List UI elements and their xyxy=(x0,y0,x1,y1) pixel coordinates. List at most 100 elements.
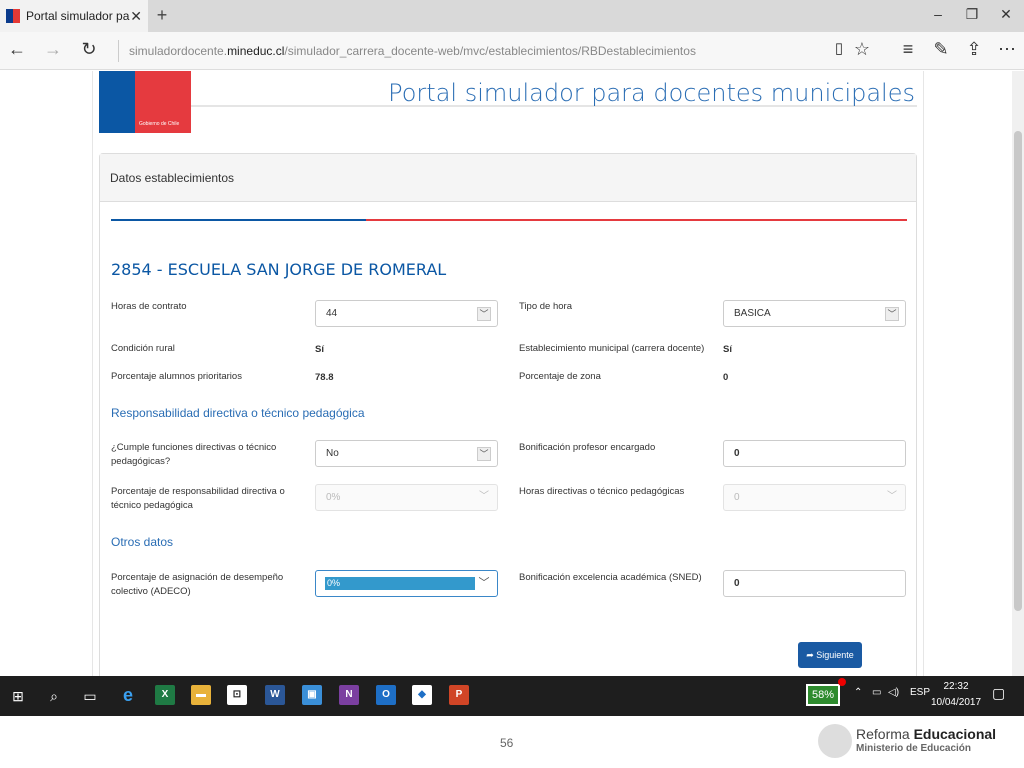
page-viewport: Gobierno de Chile Portal simulador para … xyxy=(0,71,1024,676)
restore-icon[interactable]: ❐ xyxy=(962,6,982,23)
portal-title: Portal simulador para docentes municipal… xyxy=(388,79,915,107)
taskbar: ⊞ ⌕ ▭ e X ▬ ⊡ W ▣ N O ◆ P 58% ⌃ ▭ ◁) ESP… xyxy=(0,676,1024,716)
hub-icon[interactable]: ≡ xyxy=(897,39,919,60)
volume-icon[interactable]: ◁) xyxy=(888,687,899,698)
close-tab-icon[interactable]: ✕ xyxy=(130,8,142,25)
dropbox-icon[interactable]: ◆ xyxy=(412,685,432,705)
chevron-down-icon: ﹀ xyxy=(477,447,491,461)
sned-input[interactable]: 0 xyxy=(723,570,906,597)
section-otros: Otros datos xyxy=(111,535,174,549)
browser-tab-bar: Portal simulador para d ✕ + – ❐ ✕ xyxy=(0,0,1024,32)
pct-resp-select[interactable]: 0% ﹀ xyxy=(315,484,498,511)
browser-tab[interactable]: Portal simulador para d ✕ xyxy=(0,0,148,32)
section-responsabilidad: Responsabilidad directiva o técnico peda… xyxy=(111,406,365,420)
pct-resp-label: Porcentaje de responsabilidad directiva … xyxy=(111,486,285,511)
slide-page-number: 56 xyxy=(500,736,514,750)
siguiente-label: Siguiente xyxy=(816,650,854,660)
scrollbar-thumb[interactable] xyxy=(1014,131,1022,611)
chevron-down-icon: ﹀ xyxy=(885,307,899,321)
establecimientos-panel: Datos establecimientos 2854 - ESCUELA SA… xyxy=(99,153,917,676)
pct-zona-label: Porcentaje de zona xyxy=(519,371,601,382)
pct-zona-value: 0 xyxy=(723,372,729,383)
panel-heading: Datos establecimientos xyxy=(100,154,916,202)
share-icon[interactable]: ⇪ xyxy=(963,39,985,60)
reforma-emblem xyxy=(818,724,852,758)
horas-contrato-value: 44 xyxy=(326,308,338,319)
progress-fill xyxy=(111,219,366,221)
progress-bar xyxy=(111,219,907,221)
cumple-label: ¿Cumple funciones directivas o técnico pe… xyxy=(111,442,277,467)
url-prefix: simuladordocente. xyxy=(129,44,228,58)
horas-directivas-value: 0 xyxy=(734,492,740,503)
siguiente-button[interactable]: ➦ Siguiente xyxy=(798,642,862,668)
tab-title: Portal simulador para d xyxy=(26,9,130,23)
new-tab-icon[interactable]: + xyxy=(152,5,172,26)
logo-text: Gobierno de Chile xyxy=(139,121,180,127)
file-explorer-icon[interactable]: ▬ xyxy=(191,685,211,705)
tipo-hora-value: BASICA xyxy=(734,308,771,319)
back-icon[interactable]: ← xyxy=(6,39,28,60)
tipo-hora-select[interactable]: BASICA ﹀ xyxy=(723,300,906,327)
battery-indicator[interactable]: 58% xyxy=(806,684,840,706)
remote-desktop-icon[interactable]: ▣ xyxy=(302,685,322,705)
adeco-label: Porcentaje de asignación de desempeño col… xyxy=(111,572,284,597)
gobierno-logo: Gobierno de Chile xyxy=(99,71,191,133)
bonif-encargado-input[interactable]: 0 xyxy=(723,440,906,467)
battery-icon[interactable]: ▭ xyxy=(872,687,881,698)
chevron-down-icon: ﹀ xyxy=(478,577,490,589)
url-domain: mineduc.cl xyxy=(227,44,285,58)
outlook-icon[interactable]: O xyxy=(376,685,396,705)
pct-resp-value: 0% xyxy=(326,492,341,503)
horas-directivas-label: Horas directivas o técnico pedagógicas xyxy=(519,486,685,497)
store-icon[interactable]: ⊡ xyxy=(227,685,247,705)
more-icon[interactable]: ⋯ xyxy=(996,39,1018,60)
refresh-icon[interactable]: ↻ xyxy=(78,39,100,60)
reading-view-icon[interactable]: ▯ xyxy=(828,39,850,57)
scrollbar[interactable] xyxy=(1012,71,1024,676)
condicion-rural-value: Sí xyxy=(315,344,324,355)
edge-icon[interactable]: e xyxy=(118,685,138,705)
horas-directivas-select[interactable]: 0 ﹀ xyxy=(723,484,906,511)
horas-contrato-label: Horas de contrato xyxy=(111,301,187,312)
favorite-star-icon[interactable]: ☆ xyxy=(851,39,873,60)
page-container: Gobierno de Chile Portal simulador para … xyxy=(92,71,924,676)
clock[interactable]: 22:32 10/04/2017 xyxy=(928,679,984,711)
arrow-right-icon: ➦ xyxy=(806,650,817,660)
tipo-hora-label: Tipo de hora xyxy=(519,301,572,312)
onenote-icon[interactable]: N xyxy=(339,685,359,705)
pct-prioritarios-label: Porcentaje alumnos prioritarios xyxy=(111,371,242,382)
forward-icon[interactable]: → xyxy=(42,39,64,60)
horas-contrato-select[interactable]: 44 ﹀ xyxy=(315,300,498,327)
pct-prioritarios-value: 78.8 xyxy=(315,372,334,383)
minimize-icon[interactable]: – xyxy=(928,6,948,22)
bonif-encargado-label: Bonificación profesor encargado xyxy=(519,442,656,453)
chevron-up-icon[interactable]: ⌃ xyxy=(854,687,862,698)
language-indicator[interactable]: ESP xyxy=(910,687,930,698)
task-view-icon[interactable]: ▭ xyxy=(80,686,100,706)
close-window-icon[interactable]: ✕ xyxy=(996,6,1016,23)
adeco-value: 0% xyxy=(325,577,475,590)
cumple-value: No xyxy=(326,448,339,459)
chevron-down-icon: ﹀ xyxy=(477,307,491,321)
clock-time: 22:32 xyxy=(943,681,969,692)
powerpoint-icon[interactable]: P xyxy=(449,685,469,705)
school-name: 2854 - ESCUELA SAN JORGE DE ROMERAL xyxy=(111,260,447,279)
clock-date: 10/04/2017 xyxy=(930,697,982,708)
sned-label: Bonificación excelencia académica (SNED) xyxy=(519,572,702,583)
action-center-icon[interactable]: ▢ xyxy=(992,685,1005,702)
cumple-funciones-select[interactable]: No ﹀ xyxy=(315,440,498,467)
address-bar[interactable]: simuladordocente.mineduc.cl/simulador_ca… xyxy=(118,40,818,62)
windows-start-icon[interactable]: ⊞ xyxy=(8,686,28,706)
favicon-icon xyxy=(6,9,20,23)
adeco-select[interactable]: 0% ﹀ xyxy=(315,570,498,597)
web-note-icon[interactable]: ✎ xyxy=(930,39,952,60)
search-icon[interactable]: ⌕ xyxy=(44,686,64,706)
url-path: /simulador_carrera_docente-web/mvc/estab… xyxy=(284,44,696,58)
excel-icon[interactable]: X xyxy=(155,685,175,705)
estab-municipal-value: Sí xyxy=(723,344,732,355)
browser-nav-bar: ← → ↻ simuladordocente.mineduc.cl/simula… xyxy=(0,32,1024,70)
notification-dot xyxy=(838,678,846,686)
estab-municipal-label: Establecimiento municipal (carrera docen… xyxy=(519,343,705,354)
chevron-down-icon: ﹀ xyxy=(479,491,489,502)
word-icon[interactable]: W xyxy=(265,685,285,705)
